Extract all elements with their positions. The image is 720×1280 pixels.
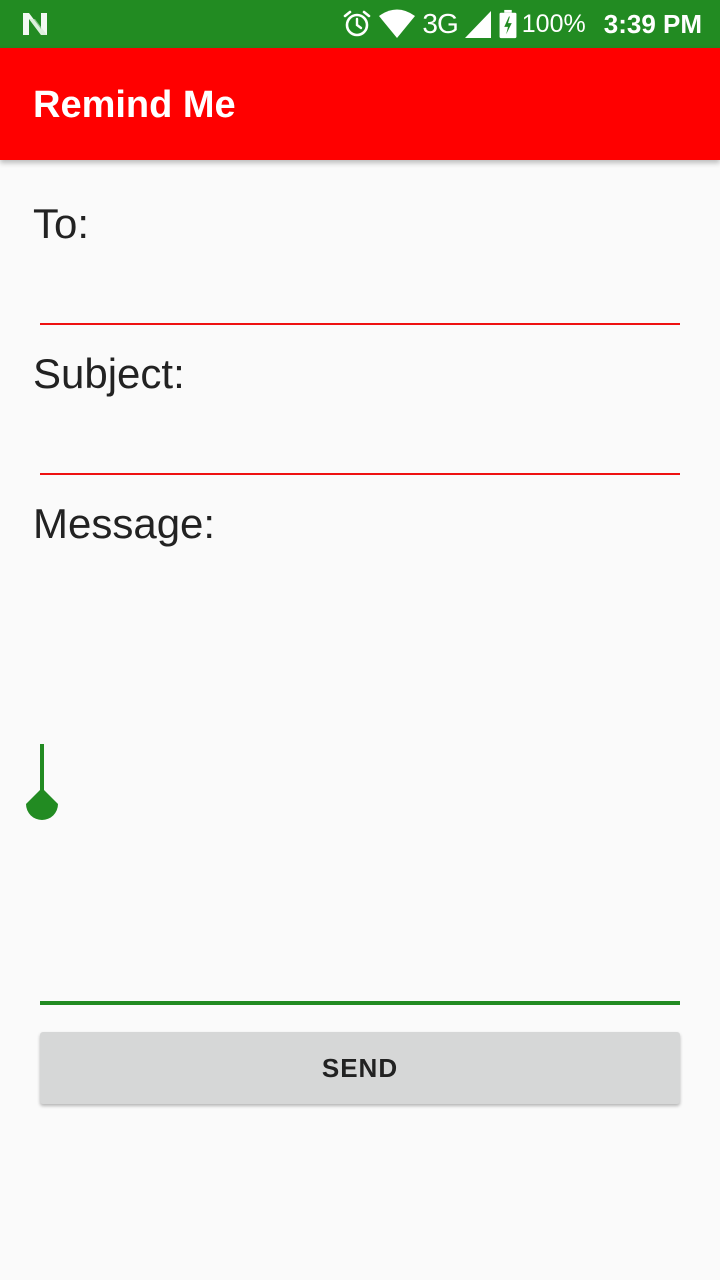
cell-signal-icon	[464, 11, 491, 38]
send-button[interactable]: SEND	[40, 1032, 680, 1104]
message-field[interactable]	[40, 555, 680, 1005]
message-field-underline	[40, 1001, 680, 1005]
status-bar: 3G 100% 3:39 PM	[0, 0, 720, 48]
alarm-icon	[344, 10, 371, 37]
app-bar: Remind Me	[0, 48, 720, 160]
battery-charging-icon	[499, 9, 517, 39]
status-icons: 3G 100% 3:39 PM	[342, 0, 702, 48]
notification-n-icon	[23, 13, 47, 35]
app-title: Remind Me	[33, 84, 236, 126]
battery-level: 100%	[521, 9, 586, 38]
subject-field[interactable]	[40, 405, 680, 477]
to-field[interactable]	[40, 255, 680, 327]
wifi-icon	[379, 9, 416, 38]
network-type: 3G	[422, 8, 458, 39]
subject-field-underline	[40, 473, 680, 475]
subject-label: Subject:	[33, 350, 185, 397]
text-cursor-handle[interactable]	[20, 744, 64, 838]
to-field-underline	[40, 323, 680, 325]
clock-time: 3:39 PM	[603, 8, 702, 39]
message-label: Message:	[33, 500, 216, 547]
to-label: To:	[33, 200, 90, 247]
